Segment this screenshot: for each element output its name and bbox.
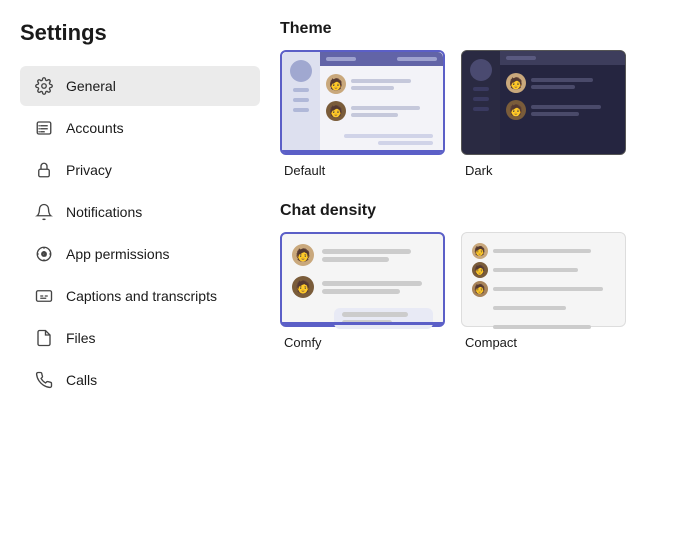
density-row-compact-3: 🧑 [472,281,615,297]
sidebar-item-calls[interactable]: Calls [20,360,260,400]
sidebar-item-privacy[interactable]: Privacy [20,150,260,190]
sidebar-item-files[interactable]: Files [20,318,260,358]
chat-density-title: Chat density [280,202,670,220]
density-lines-compact-5 [493,325,615,329]
avatar-compact-2: 🧑 [472,262,488,278]
density-line [342,312,408,317]
app-permissions-icon [34,244,54,264]
theme-title: Theme [280,20,670,38]
gear-icon [34,76,54,96]
notifications-icon [34,202,54,222]
sidebar-item-label-files: Files [66,330,96,346]
density-line [493,325,591,329]
sidebar-item-label-calls: Calls [66,372,97,388]
sidebar-item-label-app-permissions: App permissions [66,246,170,262]
density-row-compact-4 [472,300,615,316]
avatar-compact-1: 🧑 [472,243,488,259]
density-lines-1 [322,249,433,262]
theme-label-dark: Dark [461,163,492,178]
theme-grid: 🧑 🧑 [280,50,670,178]
density-line [322,289,400,294]
theme-preview-dark: 🧑 🧑 [461,50,626,155]
density-line [493,306,566,310]
density-card-comfy[interactable]: 🧑 🧑 [280,232,445,350]
sidebar-item-label-general: General [66,78,116,94]
density-line [322,257,389,262]
density-label-comfy: Comfy [280,335,322,350]
sidebar-item-app-permissions[interactable]: App permissions [20,234,260,274]
density-lines-compact-4 [493,306,615,310]
sidebar-item-accounts[interactable]: Accounts [20,108,260,148]
sidebar-item-label-accounts: Accounts [66,120,124,136]
accounts-icon [34,118,54,138]
density-grid: 🧑 🧑 [280,232,670,350]
density-row-compact-5 [472,319,615,335]
captions-icon [34,286,54,306]
density-line [322,281,422,286]
density-line [342,320,392,325]
density-lines-2 [322,281,433,294]
density-label-compact: Compact [461,335,517,350]
content-area: Theme [260,20,690,542]
theme-label-default: Default [280,163,325,178]
density-line [322,249,411,254]
privacy-icon [34,160,54,180]
density-line [493,249,591,253]
theme-card-dark[interactable]: 🧑 🧑 [461,50,626,178]
density-row-2: 🧑 [292,276,433,298]
sidebar: Settings General [20,20,260,542]
sidebar-item-captions[interactable]: Captions and transcripts [20,276,260,316]
density-card-compact[interactable]: 🧑 🧑 [461,232,626,350]
avatar-2: 🧑 [292,276,314,298]
density-row-compact-1: 🧑 [472,243,615,259]
density-lines-compact-2 [493,268,615,272]
main-container: Settings General [0,0,700,552]
chat-density-section: Chat density 🧑 [280,202,670,350]
sidebar-item-label-privacy: Privacy [66,162,112,178]
density-preview-compact: 🧑 🧑 [461,232,626,327]
density-lines-compact-3 [493,287,615,291]
density-line [493,287,603,291]
density-lines-compact-1 [493,249,615,253]
page-title: Settings [20,20,260,46]
sidebar-item-general[interactable]: General [20,66,260,106]
theme-card-default[interactable]: 🧑 🧑 [280,50,445,178]
calls-icon [34,370,54,390]
density-line [493,268,578,272]
theme-section: Theme [280,20,670,178]
sidebar-item-label-captions: Captions and transcripts [66,288,217,304]
files-icon [34,328,54,348]
sidebar-item-notifications[interactable]: Notifications [20,192,260,232]
theme-preview-default: 🧑 🧑 [280,50,445,155]
avatar-1: 🧑 [292,244,314,266]
density-row-1: 🧑 [292,244,433,266]
avatar-compact-3: 🧑 [472,281,488,297]
sidebar-item-label-notifications: Notifications [66,204,142,220]
density-preview-comfy: 🧑 🧑 [280,232,445,327]
density-row-compact-2: 🧑 [472,262,615,278]
